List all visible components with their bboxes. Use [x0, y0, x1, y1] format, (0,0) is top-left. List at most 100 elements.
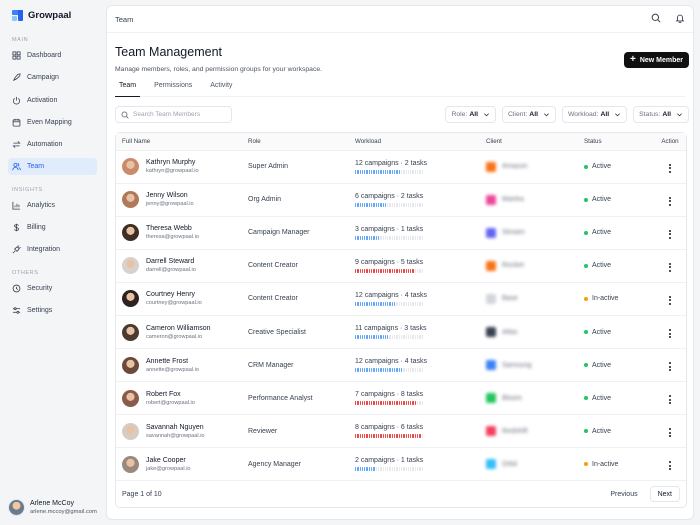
search-box[interactable] — [115, 106, 232, 123]
more-options-icon[interactable] — [669, 196, 671, 206]
table-row[interactable]: Courtney Henry courtney@growpaal.io Conten… — [116, 282, 686, 316]
member-name: Robert Fox — [146, 390, 181, 398]
table-row[interactable]: Savannah Nguyen savannah@growpaal.io Revie… — [116, 414, 686, 449]
member-name: Annette Frost — [146, 357, 189, 365]
status-badge: Active — [584, 329, 648, 336]
member-email: kathryn@growpaal.io — [146, 168, 199, 175]
sidebar-item-label: Billing — [27, 224, 46, 232]
client-name: Orbit — [502, 460, 518, 468]
more-options-icon[interactable] — [669, 163, 671, 173]
status-dot-icon — [584, 263, 588, 268]
status-badge: Active — [584, 196, 648, 203]
more-options-icon[interactable] — [669, 428, 671, 438]
users-icon — [12, 162, 21, 171]
previous-button[interactable]: Previous — [606, 491, 641, 498]
member-email: jake@growpaal.io — [146, 465, 191, 472]
more-options-icon[interactable] — [669, 362, 671, 372]
rocket-icon — [12, 73, 21, 82]
page-title: Team Management — [115, 45, 223, 59]
power-icon — [12, 96, 21, 105]
section-label-others: OTHERS — [12, 269, 39, 276]
brand[interactable]: Growpaal — [8, 8, 97, 31]
member-role: Content Creator — [248, 295, 298, 303]
tab-activity[interactable]: Activity — [206, 81, 236, 97]
status-badge: Active — [584, 163, 648, 170]
more-options-icon[interactable] — [669, 295, 671, 305]
table-row[interactable]: Annette Frost annette@growpaal.io CRM Mana… — [116, 348, 686, 383]
column-header-full-name: Full Name — [116, 133, 242, 151]
team-table: Full Name Role Workload Client Status Action … — [115, 132, 687, 509]
sidebar-item-billing[interactable]: Billing — [8, 219, 97, 236]
new-member-button[interactable]: + New Member — [623, 52, 689, 68]
member-email: darrell@growpaal.io — [146, 267, 196, 274]
sidebar-item-integration[interactable]: Integration — [8, 241, 97, 258]
more-options-icon[interactable] — [669, 395, 671, 405]
sidebar-item-label: Even Mapping — [27, 118, 72, 126]
client-logo-icon — [486, 327, 496, 338]
table-row[interactable]: Kathryn Murphy kathryn@growpaal.io Super A… — [116, 150, 686, 184]
filter-label: Role: — [451, 111, 468, 118]
sidebar-item-dashboard[interactable]: Dashboard — [8, 47, 97, 64]
sidebar-item-label: Campaign — [27, 74, 59, 82]
client-logo-icon — [486, 161, 496, 172]
new-member-label: New Member — [639, 56, 683, 64]
workload-bar — [355, 335, 474, 340]
client: Stream — [486, 227, 572, 238]
sidebar-item-automation[interactable]: Automation — [8, 136, 97, 153]
sidebar-item-even-mapping[interactable]: Even Mapping — [8, 114, 97, 131]
sidebar-item-analytics[interactable]: Analytics — [8, 197, 97, 214]
client: Orbit — [486, 459, 572, 470]
status-badge: Active — [584, 262, 648, 269]
swap-icon — [12, 140, 21, 149]
status-dot-icon — [584, 462, 588, 467]
more-options-icon[interactable] — [669, 229, 671, 239]
table-row[interactable]: Theresa Webb theresa@growpaal.io Campaign … — [116, 216, 686, 250]
sidebar-item-security[interactable]: Security — [8, 280, 97, 297]
table-row[interactable]: Robert Fox robert@growpaal.io Performance … — [116, 381, 686, 416]
user-email: arlene.mccoy@gmail.com — [30, 509, 97, 515]
workload-bar — [355, 169, 474, 174]
filter-workload-dropdown[interactable]: Workload: All — [561, 106, 628, 123]
section-label-main: MAIN — [12, 37, 29, 43]
avatar — [122, 158, 139, 176]
chevron-down-icon — [677, 113, 682, 117]
member-role: Reviewer — [248, 427, 278, 435]
workload-bar — [355, 235, 474, 240]
status-text: Active — [592, 361, 612, 369]
table-row[interactable]: Jake Cooper jake@growpaal.io Agency Manage… — [116, 447, 686, 482]
client: Redshift — [486, 426, 572, 437]
member-email: jenny@growpaal.io — [146, 201, 194, 208]
table-row[interactable]: Darrell Steward darrell@growpaal.io Conten… — [116, 249, 686, 283]
chevron-down-icon — [484, 113, 490, 117]
bell-icon[interactable] — [675, 13, 685, 25]
status-badge: In-active — [584, 295, 648, 302]
tab-permissions[interactable]: Permissions — [150, 81, 196, 97]
pagination: Page 1 of 10 Previous Next — [116, 481, 686, 507]
user-profile[interactable]: Arlene McCoy arlene.mccoy@gmail.com — [8, 499, 97, 516]
status-dot-icon — [584, 230, 588, 235]
column-header-status: Status — [578, 133, 654, 151]
tab-team[interactable]: Team — [115, 81, 141, 97]
more-options-icon[interactable] — [669, 461, 671, 471]
status-dot-icon — [584, 396, 588, 401]
client: Amazon — [486, 161, 572, 172]
filter-role-dropdown[interactable]: Role: All — [445, 106, 497, 123]
sidebar-item-activation[interactable]: Activation — [8, 92, 97, 109]
table-row[interactable]: Jenny Wilson jenny@growpaal.io Org Admin 6 … — [116, 183, 686, 217]
more-options-icon[interactable] — [669, 329, 671, 339]
search-icon[interactable] — [651, 13, 661, 25]
filter-client-dropdown[interactable]: Client: All — [502, 106, 556, 123]
search-input[interactable] — [133, 111, 223, 118]
workload-bar — [355, 268, 474, 273]
sidebar-item-campaign[interactable]: Campaign — [8, 69, 97, 86]
sidebar-item-team[interactable]: Team — [8, 158, 97, 176]
main-nav: Dashboard Campaign Activation Even Mapping A… — [8, 47, 97, 176]
sidebar-item-settings[interactable]: Settings — [8, 302, 97, 319]
column-header-client: Client — [480, 133, 578, 151]
member-email: courtney@growpaal.io — [146, 300, 202, 307]
next-button[interactable]: Next — [649, 486, 680, 503]
more-options-icon[interactable] — [669, 262, 671, 272]
filter-status-dropdown[interactable]: Status: All — [633, 106, 689, 123]
table-row[interactable]: Cameron Williamson cameron@growpaal.io Cre… — [116, 315, 686, 350]
client: Mantra — [486, 194, 572, 205]
